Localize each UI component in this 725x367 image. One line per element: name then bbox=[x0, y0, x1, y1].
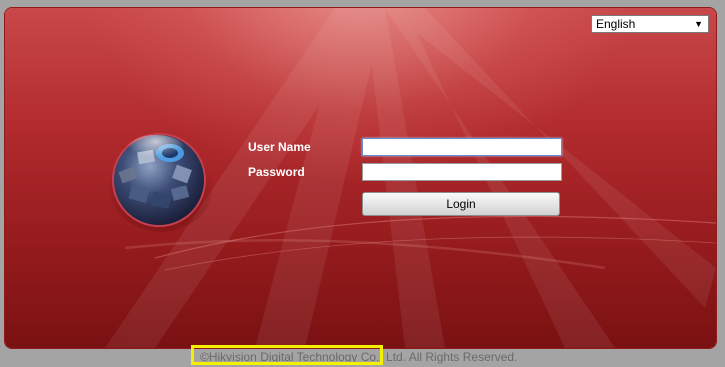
username-input[interactable] bbox=[362, 138, 562, 156]
password-input[interactable] bbox=[362, 163, 562, 181]
login-button[interactable]: Login bbox=[362, 192, 560, 216]
highlight-box bbox=[191, 345, 383, 365]
login-panel: English ▼ User Name Password Login bbox=[5, 8, 716, 348]
username-label: User Name bbox=[248, 140, 311, 154]
password-label: Password bbox=[248, 165, 305, 179]
hikvision-globe-logo-icon bbox=[109, 133, 213, 232]
language-select[interactable]: English ▼ bbox=[591, 15, 709, 33]
triangle-down-icon: ▼ bbox=[694, 19, 703, 29]
language-select-value: English bbox=[596, 17, 636, 31]
